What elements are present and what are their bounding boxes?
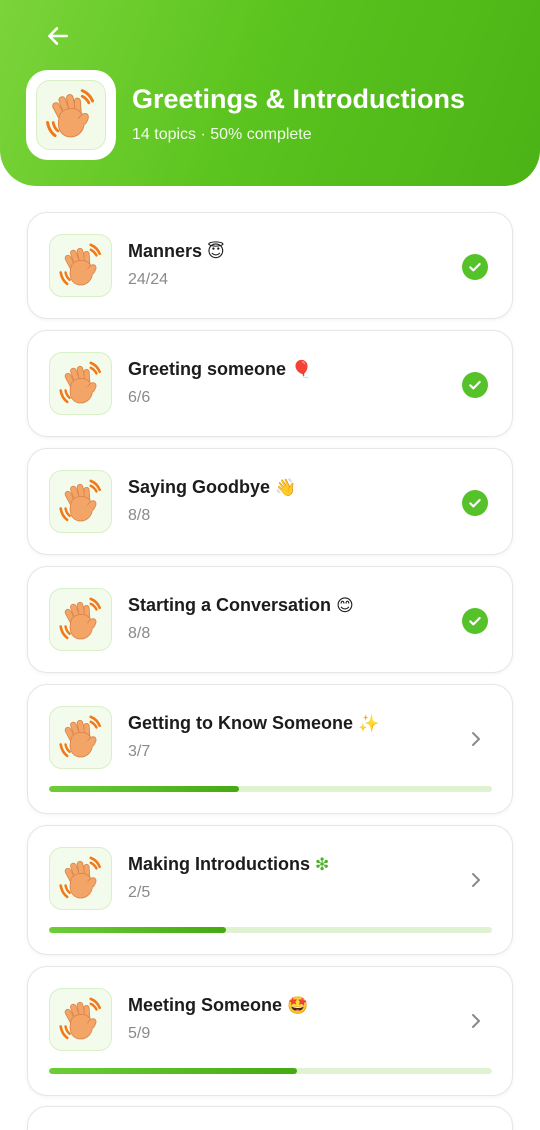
topic-thumbnail: [49, 588, 112, 651]
topic-title: Meeting Someone 🤩: [128, 995, 309, 1016]
topic-count: 2/5: [128, 884, 151, 901]
topic-count: 24/24: [128, 271, 169, 288]
sparkle-emoji-icon: ❇: [315, 855, 330, 875]
topic-card-meeting-someone[interactable]: Meeting Someone 🤩 5/9: [27, 966, 513, 1096]
topic-card-getting-to-know-someone[interactable]: Getting to Know Someone ✨ 3/7: [27, 684, 513, 814]
topic-thumbnail: [49, 706, 112, 769]
progress-bar: [49, 786, 492, 792]
waving-hand-emoji-icon: 👋: [275, 478, 297, 498]
topic-card-starting-a-conversation[interactable]: Starting a Conversation 😊 8/8: [27, 566, 513, 673]
arrow-left-icon: [48, 27, 68, 45]
topic-title: Starting a Conversation 😊: [128, 595, 354, 616]
smiling-face-emoji-icon: 😊: [336, 596, 354, 616]
topic-thumbnail: [49, 988, 112, 1051]
topic-title: Manners 😇: [128, 241, 225, 262]
progress-fill: [49, 927, 227, 933]
balloon-emoji-icon: 🎈: [291, 360, 313, 380]
topic-title: Greeting someone 🎈: [128, 359, 313, 380]
topic-list-screen: Greetings & Introductions 14 topics · 50…: [0, 0, 540, 1130]
progress-bar: [49, 1068, 492, 1074]
waving-hand-icon: [55, 476, 107, 528]
progress-bar: [49, 927, 492, 933]
waving-hand-icon: [55, 994, 107, 1046]
waving-hand-icon: [41, 85, 101, 145]
topic-count: 8/8: [128, 625, 151, 642]
topic-thumbnail: [49, 234, 112, 297]
topic-count: 3/7: [128, 743, 151, 760]
topic-count: 6/6: [128, 389, 151, 406]
star-struck-emoji-icon: 🤩: [287, 996, 309, 1016]
sparkles-emoji-icon: ✨: [358, 714, 380, 734]
topic-card-making-introductions[interactable]: Making Introductions ❇ 2/5: [27, 825, 513, 955]
check-circle-icon: [462, 372, 488, 398]
page-subtitle: 14 topics · 50% complete: [132, 126, 312, 143]
waving-hand-icon: [55, 853, 107, 905]
topic-card-greeting-someone[interactable]: Greeting someone 🎈 6/6: [27, 330, 513, 437]
chevron-right-icon: [466, 870, 486, 890]
waving-hand-icon: [55, 358, 107, 410]
check-circle-icon: [462, 254, 488, 280]
topic-count: 8/8: [128, 507, 151, 524]
topic-title: Making Introductions ❇: [128, 854, 330, 875]
topic-thumbnail: [49, 470, 112, 533]
check-circle-icon: [462, 490, 488, 516]
topic-thumbnail: [49, 847, 112, 910]
check-circle-icon: [462, 608, 488, 634]
chevron-right-icon: [466, 729, 486, 749]
angel-emoji-icon: 😇: [207, 242, 225, 262]
topic-card-manners[interactable]: Manners 😇 24/24: [27, 212, 513, 319]
topic-title: Saying Goodbye 👋: [128, 477, 297, 498]
progress-fill: [49, 786, 240, 792]
topic-card-next[interactable]: [27, 1106, 513, 1130]
page-title: Greetings & Introductions: [132, 84, 466, 114]
waving-hand-icon: [55, 594, 107, 646]
waving-hand-icon: [55, 712, 107, 764]
topic-thumbnail: [49, 352, 112, 415]
topic-count: 5/9: [128, 1025, 151, 1042]
topic-title: Getting to Know Someone ✨: [128, 713, 380, 734]
waving-hand-icon: [55, 240, 107, 292]
header: Greetings & Introductions 14 topics · 50…: [0, 0, 540, 186]
category-icon: [26, 70, 116, 160]
chevron-right-icon: [466, 1011, 486, 1031]
back-button[interactable]: [40, 18, 76, 54]
progress-fill: [49, 1068, 298, 1074]
topic-card-saying-goodbye[interactable]: Saying Goodbye 👋 8/8: [27, 448, 513, 555]
